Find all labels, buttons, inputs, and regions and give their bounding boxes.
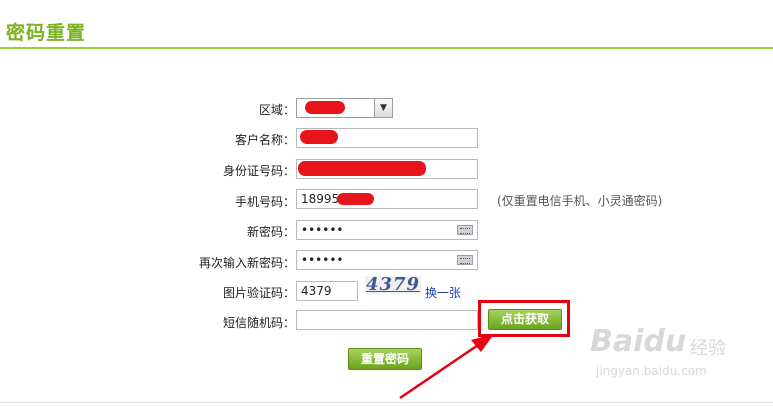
bottom-divider: [0, 402, 773, 403]
watermark-site: jingyan.baidu.com: [596, 364, 707, 378]
baidu-watermark: Baidu 经验 jingyan.baidu.com: [590, 324, 740, 384]
watermark-cn: 经验: [690, 338, 726, 359]
watermark-brand: Baidu: [590, 324, 687, 359]
